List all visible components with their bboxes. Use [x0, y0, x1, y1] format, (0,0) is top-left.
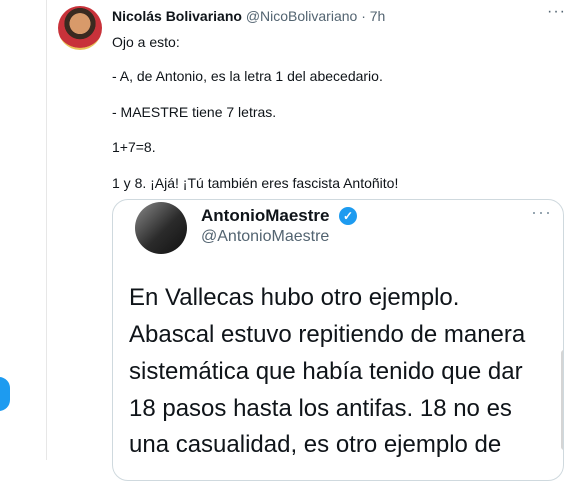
quoted-tweet-image[interactable]: AntonioMaestre ✓ @AntonioMaestre ··· En …	[112, 199, 564, 481]
author-handle[interactable]: @NicoBolivariano	[246, 8, 357, 24]
tweet-text-line: Ojo a esto:	[112, 34, 180, 50]
tweet-text-line: - MAESTRE tiene 7 letras.	[112, 104, 277, 120]
column-divider	[46, 0, 47, 460]
tweet-header: Nicolás Bolivariano @NicoBolivariano · 7…	[112, 8, 385, 24]
author-name[interactable]: Nicolás Bolivariano	[112, 8, 242, 24]
quoted-text-line: una casualidad, es otro ejemplo de	[129, 431, 502, 458]
more-options-icon[interactable]: ···	[547, 3, 566, 21]
quoted-author-name: AntonioMaestre	[201, 206, 330, 225]
quoted-text-line: Abascal estuvo repitiendo de manera	[129, 321, 526, 348]
quoted-more-icon: ···	[531, 202, 552, 222]
quoted-text-line: En Vallecas hubo otro ejemplo.	[129, 284, 460, 311]
tweet-time[interactable]: 7h	[370, 8, 386, 24]
quoted-author-handle: @AntonioMaestre	[201, 228, 330, 245]
avatar[interactable]	[58, 6, 102, 50]
tweet-text-line: 1+7=8.	[112, 139, 156, 155]
quoted-text-line: 18 pasos hasta los antifas. 18 no es	[129, 395, 512, 422]
quoted-avatar	[135, 202, 187, 254]
verified-badge-icon: ✓	[339, 207, 357, 225]
tweet-text-line: 1 y 8. ¡Ajá! ¡Tú también eres fascista A…	[112, 175, 399, 191]
scrollbar[interactable]	[561, 350, 563, 450]
separator: ·	[357, 8, 370, 24]
quoted-text-line: sistemática que había tenido que dar	[129, 358, 523, 385]
compose-tweet-button[interactable]	[0, 377, 10, 411]
tweet-text-line: - A, de Antonio, es la letra 1 del abece…	[112, 68, 383, 84]
